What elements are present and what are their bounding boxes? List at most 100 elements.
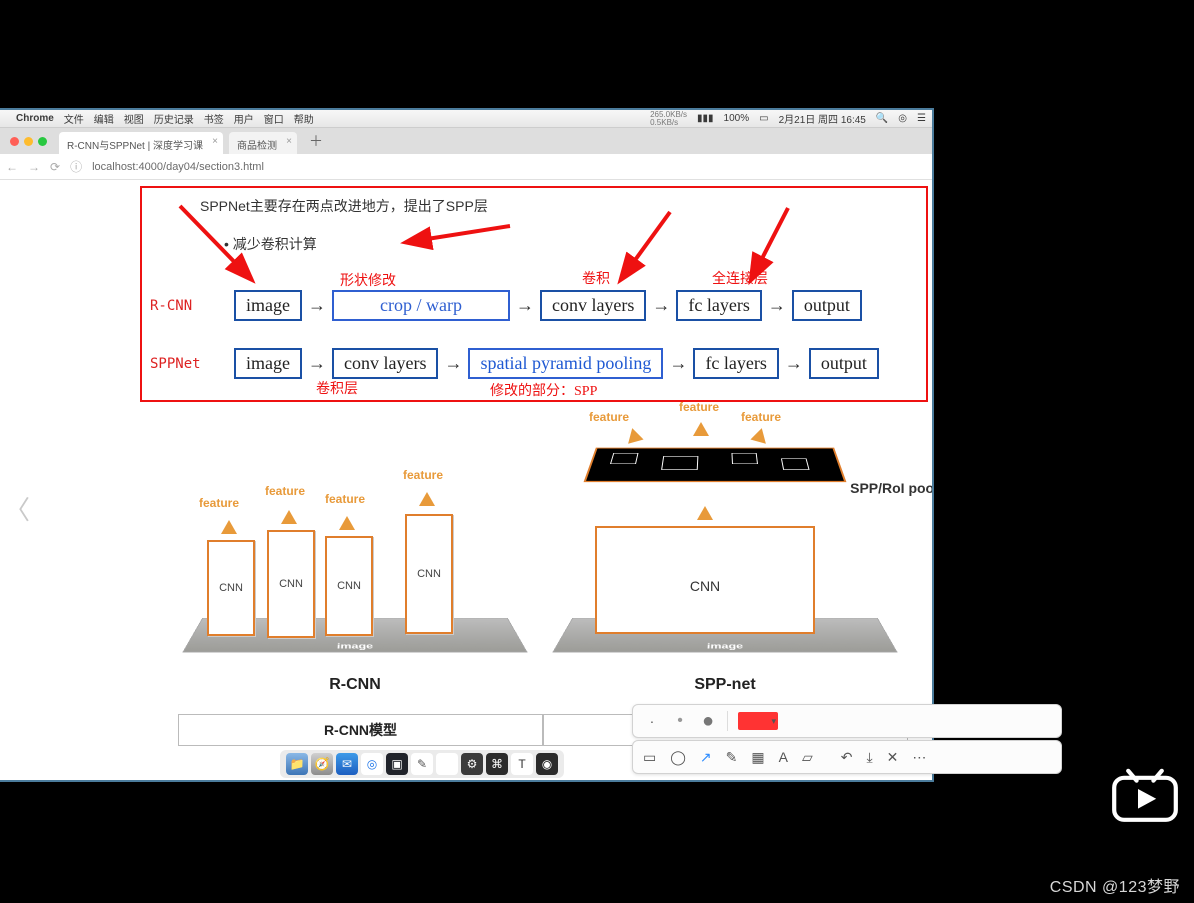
tool-arrow-icon[interactable]: ↗: [700, 749, 712, 766]
menu-view[interactable]: 视图: [124, 111, 144, 126]
up-arrow-icon: [221, 512, 237, 534]
address-bar: ← → ⟳ ⓘ localhost:4000/day04/section3.ht…: [0, 154, 932, 180]
box-fc: fc layers: [693, 348, 778, 379]
cube-label: CNN: [407, 568, 451, 580]
ann-shape: 形状修改: [340, 270, 396, 290]
cube-label: CNN: [269, 578, 313, 590]
box-fc: fc layers: [676, 290, 761, 321]
site-info-icon[interactable]: ⓘ: [70, 158, 82, 175]
search-icon[interactable]: 🔍: [876, 113, 888, 124]
tab-close-icon[interactable]: ×: [286, 136, 292, 147]
up-arrow-icon: [281, 502, 297, 524]
arrow-icon: →: [442, 353, 464, 374]
ground-label: image: [555, 642, 896, 651]
label-feature: feature: [265, 484, 305, 498]
cube-label: CNN: [597, 578, 813, 594]
status-icons: ▮▮▮: [697, 113, 714, 124]
tool-close-icon[interactable]: ✕: [887, 749, 899, 766]
menu-user[interactable]: 用户: [234, 111, 254, 126]
annotation-toolbar-brush: · • ●: [632, 704, 1062, 738]
battery-icon: ▭: [759, 113, 768, 124]
dock-text-icon[interactable]: T: [511, 753, 533, 775]
arrow-icon: →: [306, 353, 328, 374]
spp-roi-label: SPP/RoI pooling: [850, 480, 932, 496]
cube-label: CNN: [209, 582, 253, 594]
dock-terminal-icon[interactable]: ⌘: [486, 753, 508, 775]
tab-product-detect[interactable]: 商品检测 ×: [229, 132, 297, 154]
label-feature: feature: [589, 410, 629, 424]
box-cropwarp: crop / warp: [332, 290, 510, 321]
box-conv: conv layers: [332, 348, 438, 379]
dock-app-icon[interactable]: ❖: [436, 753, 458, 775]
dock-settings-icon[interactable]: ⚙︎: [461, 753, 483, 775]
menu-help[interactable]: 帮助: [294, 111, 314, 126]
annotation-toolbar-tools: ▭ ◯ ↗ ✎ ▦ A ▱ ↶ ⤓ ✕ ⋯: [632, 740, 1062, 774]
dock-safari-icon[interactable]: 🧭: [311, 753, 333, 775]
tab-rcnn-sppnet[interactable]: R-CNN与SPPNet | 深度学习课 ×: [59, 132, 223, 154]
panel-sppnet: image CNN feature feature: [545, 416, 905, 696]
big-cube: CNN: [595, 526, 815, 634]
arrow-icon: →: [783, 353, 805, 374]
mac-dock: 📁 🧭 ✉︎ ◎ ▣ ✎ ❖ ⚙︎ ⌘ T ◉: [280, 750, 564, 778]
brush-size-md[interactable]: ●: [699, 710, 717, 733]
watermark: CSDN @123梦野: [1050, 873, 1180, 897]
menu-edit[interactable]: 编辑: [94, 111, 114, 126]
desktop-screenshot: Chrome 文件 编辑 视图 历史记录 书签 用户 窗口 帮助 265.0KB…: [0, 110, 932, 780]
brush-size-sm[interactable]: •: [671, 712, 689, 730]
nav-reload-icon[interactable]: ⟳: [50, 160, 60, 174]
tool-rect-icon[interactable]: ▭: [643, 749, 656, 766]
close-icon[interactable]: [10, 137, 19, 146]
tab-close-icon[interactable]: ×: [212, 136, 218, 147]
menu-file[interactable]: 文件: [64, 111, 84, 126]
prev-page-chevron[interactable]: 〈: [4, 490, 30, 527]
menu-history[interactable]: 历史记录: [154, 111, 194, 126]
menu-window[interactable]: 窗口: [264, 111, 284, 126]
up-arrow-icon: [339, 508, 355, 530]
dock-ide-icon[interactable]: ▣: [386, 753, 408, 775]
tab-label: R-CNN与SPPNet | 深度学习课: [67, 137, 203, 152]
menu-app[interactable]: Chrome: [16, 113, 54, 124]
panel-caption: SPP-net: [545, 676, 905, 694]
brush-size-xs[interactable]: ·: [643, 713, 661, 729]
dock-finder-icon[interactable]: 📁: [286, 753, 308, 775]
tool-mosaic-icon[interactable]: ▦: [751, 749, 764, 766]
new-tab-button[interactable]: ＋: [303, 131, 329, 151]
tool-save-icon[interactable]: ⤓: [866, 749, 872, 766]
mac-menubar: Chrome 文件 编辑 视图 历史记录 书签 用户 窗口 帮助 265.0KB…: [0, 110, 932, 128]
dock-notes-icon[interactable]: ✎: [411, 753, 433, 775]
menu-bookmark[interactable]: 书签: [204, 111, 224, 126]
box-image: image: [234, 348, 302, 379]
url-text[interactable]: localhost:4000/day04/section3.html: [92, 161, 264, 173]
minimize-icon[interactable]: [24, 137, 33, 146]
dock-chrome-icon[interactable]: ◎: [361, 753, 383, 775]
tool-tag-icon[interactable]: ▱: [802, 749, 813, 766]
ann-fc: 全连接层: [712, 268, 768, 288]
up-arrow-icon: [419, 484, 435, 506]
page-title: SPPNet主要存在两点改进地方，提出了SPP层: [200, 196, 488, 216]
row-label: SPPNet: [150, 356, 230, 372]
tool-text-icon[interactable]: A: [779, 749, 788, 765]
arrow-icon: →: [306, 295, 328, 316]
dock-obs-icon[interactable]: ◉: [536, 753, 558, 775]
box-image: image: [234, 290, 302, 321]
nav-back-icon[interactable]: ←: [6, 160, 18, 174]
table-header-rcnn: R-CNN模型: [178, 714, 543, 746]
dock-mail-icon[interactable]: ✉︎: [336, 753, 358, 775]
maximize-icon[interactable]: [38, 137, 47, 146]
up-arrow-icon: [697, 498, 713, 520]
siri-icon[interactable]: ◎: [898, 113, 907, 124]
bilibili-play-icon[interactable]: [1110, 767, 1180, 825]
tool-pencil-icon[interactable]: ✎: [726, 749, 738, 766]
clock: 2月21日 周四 16:45: [779, 111, 866, 126]
tool-more-icon[interactable]: ⋯: [912, 749, 926, 766]
label-feature: feature: [679, 400, 719, 414]
box-output: output: [809, 348, 879, 379]
tool-undo-icon[interactable]: ↶: [841, 749, 853, 766]
color-swatch[interactable]: [738, 712, 778, 730]
feature-map-slab: [584, 448, 847, 482]
tool-ellipse-icon[interactable]: ◯: [670, 749, 686, 766]
nav-fwd-icon[interactable]: →: [28, 160, 40, 174]
diagram-row-rcnn: R-CNN image → crop / warp → conv layers …: [150, 290, 862, 321]
arrow-icon: →: [650, 295, 672, 316]
menu-icon[interactable]: ☰: [917, 113, 926, 124]
